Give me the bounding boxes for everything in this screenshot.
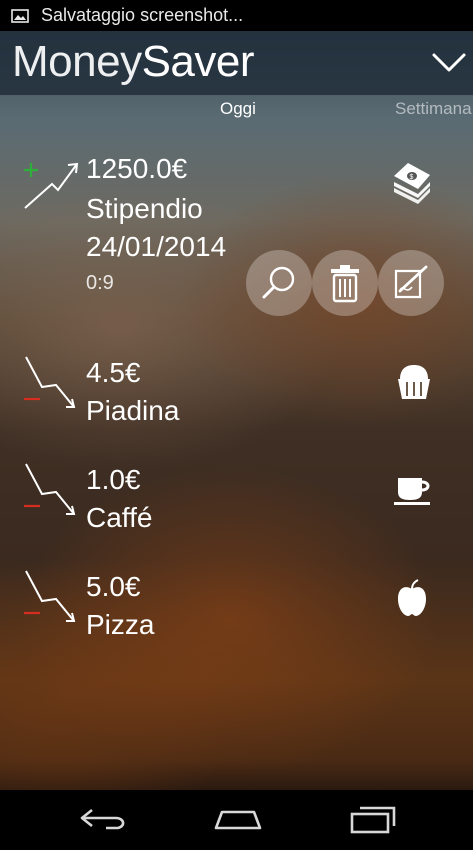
status-bar: Salvataggio screenshot...	[0, 0, 473, 31]
transaction-amount: 5.0€	[86, 571, 141, 602]
trend-down-icon	[24, 570, 76, 622]
app-bar: MoneySaver	[0, 31, 473, 95]
coffee-cup-icon	[394, 478, 430, 505]
transaction-amount: 1250.0€	[86, 153, 188, 184]
tab-strip: Oggi Settimana	[0, 95, 473, 125]
edit-icon	[394, 265, 428, 299]
transaction-name: Stipendio	[86, 193, 203, 224]
notification-text: Salvataggio screenshot...	[41, 5, 244, 25]
edit-button[interactable]	[378, 250, 444, 316]
list-item[interactable]: 5.0€ Pizza	[0, 569, 473, 659]
delete-button[interactable]	[312, 250, 378, 316]
tab-oggi[interactable]: Oggi	[220, 99, 256, 119]
app-title-part2: Saver	[141, 37, 255, 86]
navigation-bar	[0, 790, 473, 850]
search-button[interactable]	[246, 250, 312, 316]
transaction-name: Pizza	[86, 609, 155, 640]
apple-icon	[398, 579, 426, 616]
list-item[interactable]: 1.0€ Caffé	[0, 462, 473, 552]
tab-settimana[interactable]: Settimana	[395, 99, 472, 119]
search-icon	[262, 266, 295, 299]
transaction-date: 24/01/2014	[86, 231, 227, 262]
app-title-part1: Money	[12, 37, 142, 86]
recent-apps-icon[interactable]	[348, 802, 400, 838]
transaction-name: Piadina	[86, 395, 180, 426]
image-icon	[11, 8, 29, 23]
app-title: MoneySaver	[12, 37, 255, 87]
svg-text:$: $	[410, 174, 414, 181]
trend-down-icon	[24, 356, 76, 408]
transaction-amount: 1.0€	[86, 464, 141, 495]
transaction-time: 0:9	[86, 272, 114, 294]
transaction-amount: 4.5€	[86, 357, 141, 388]
trash-icon	[331, 265, 359, 303]
trend-down-icon	[24, 463, 76, 515]
home-icon[interactable]	[212, 802, 264, 838]
list-item[interactable]: 4.5€ Piadina	[0, 355, 473, 445]
money-stack-icon: $	[394, 163, 430, 204]
transaction-name: Caffé	[86, 502, 153, 533]
cupcake-icon	[398, 365, 430, 399]
back-icon[interactable]	[78, 802, 130, 838]
trend-up-icon	[24, 162, 79, 209]
chevron-down-icon[interactable]	[431, 47, 467, 77]
